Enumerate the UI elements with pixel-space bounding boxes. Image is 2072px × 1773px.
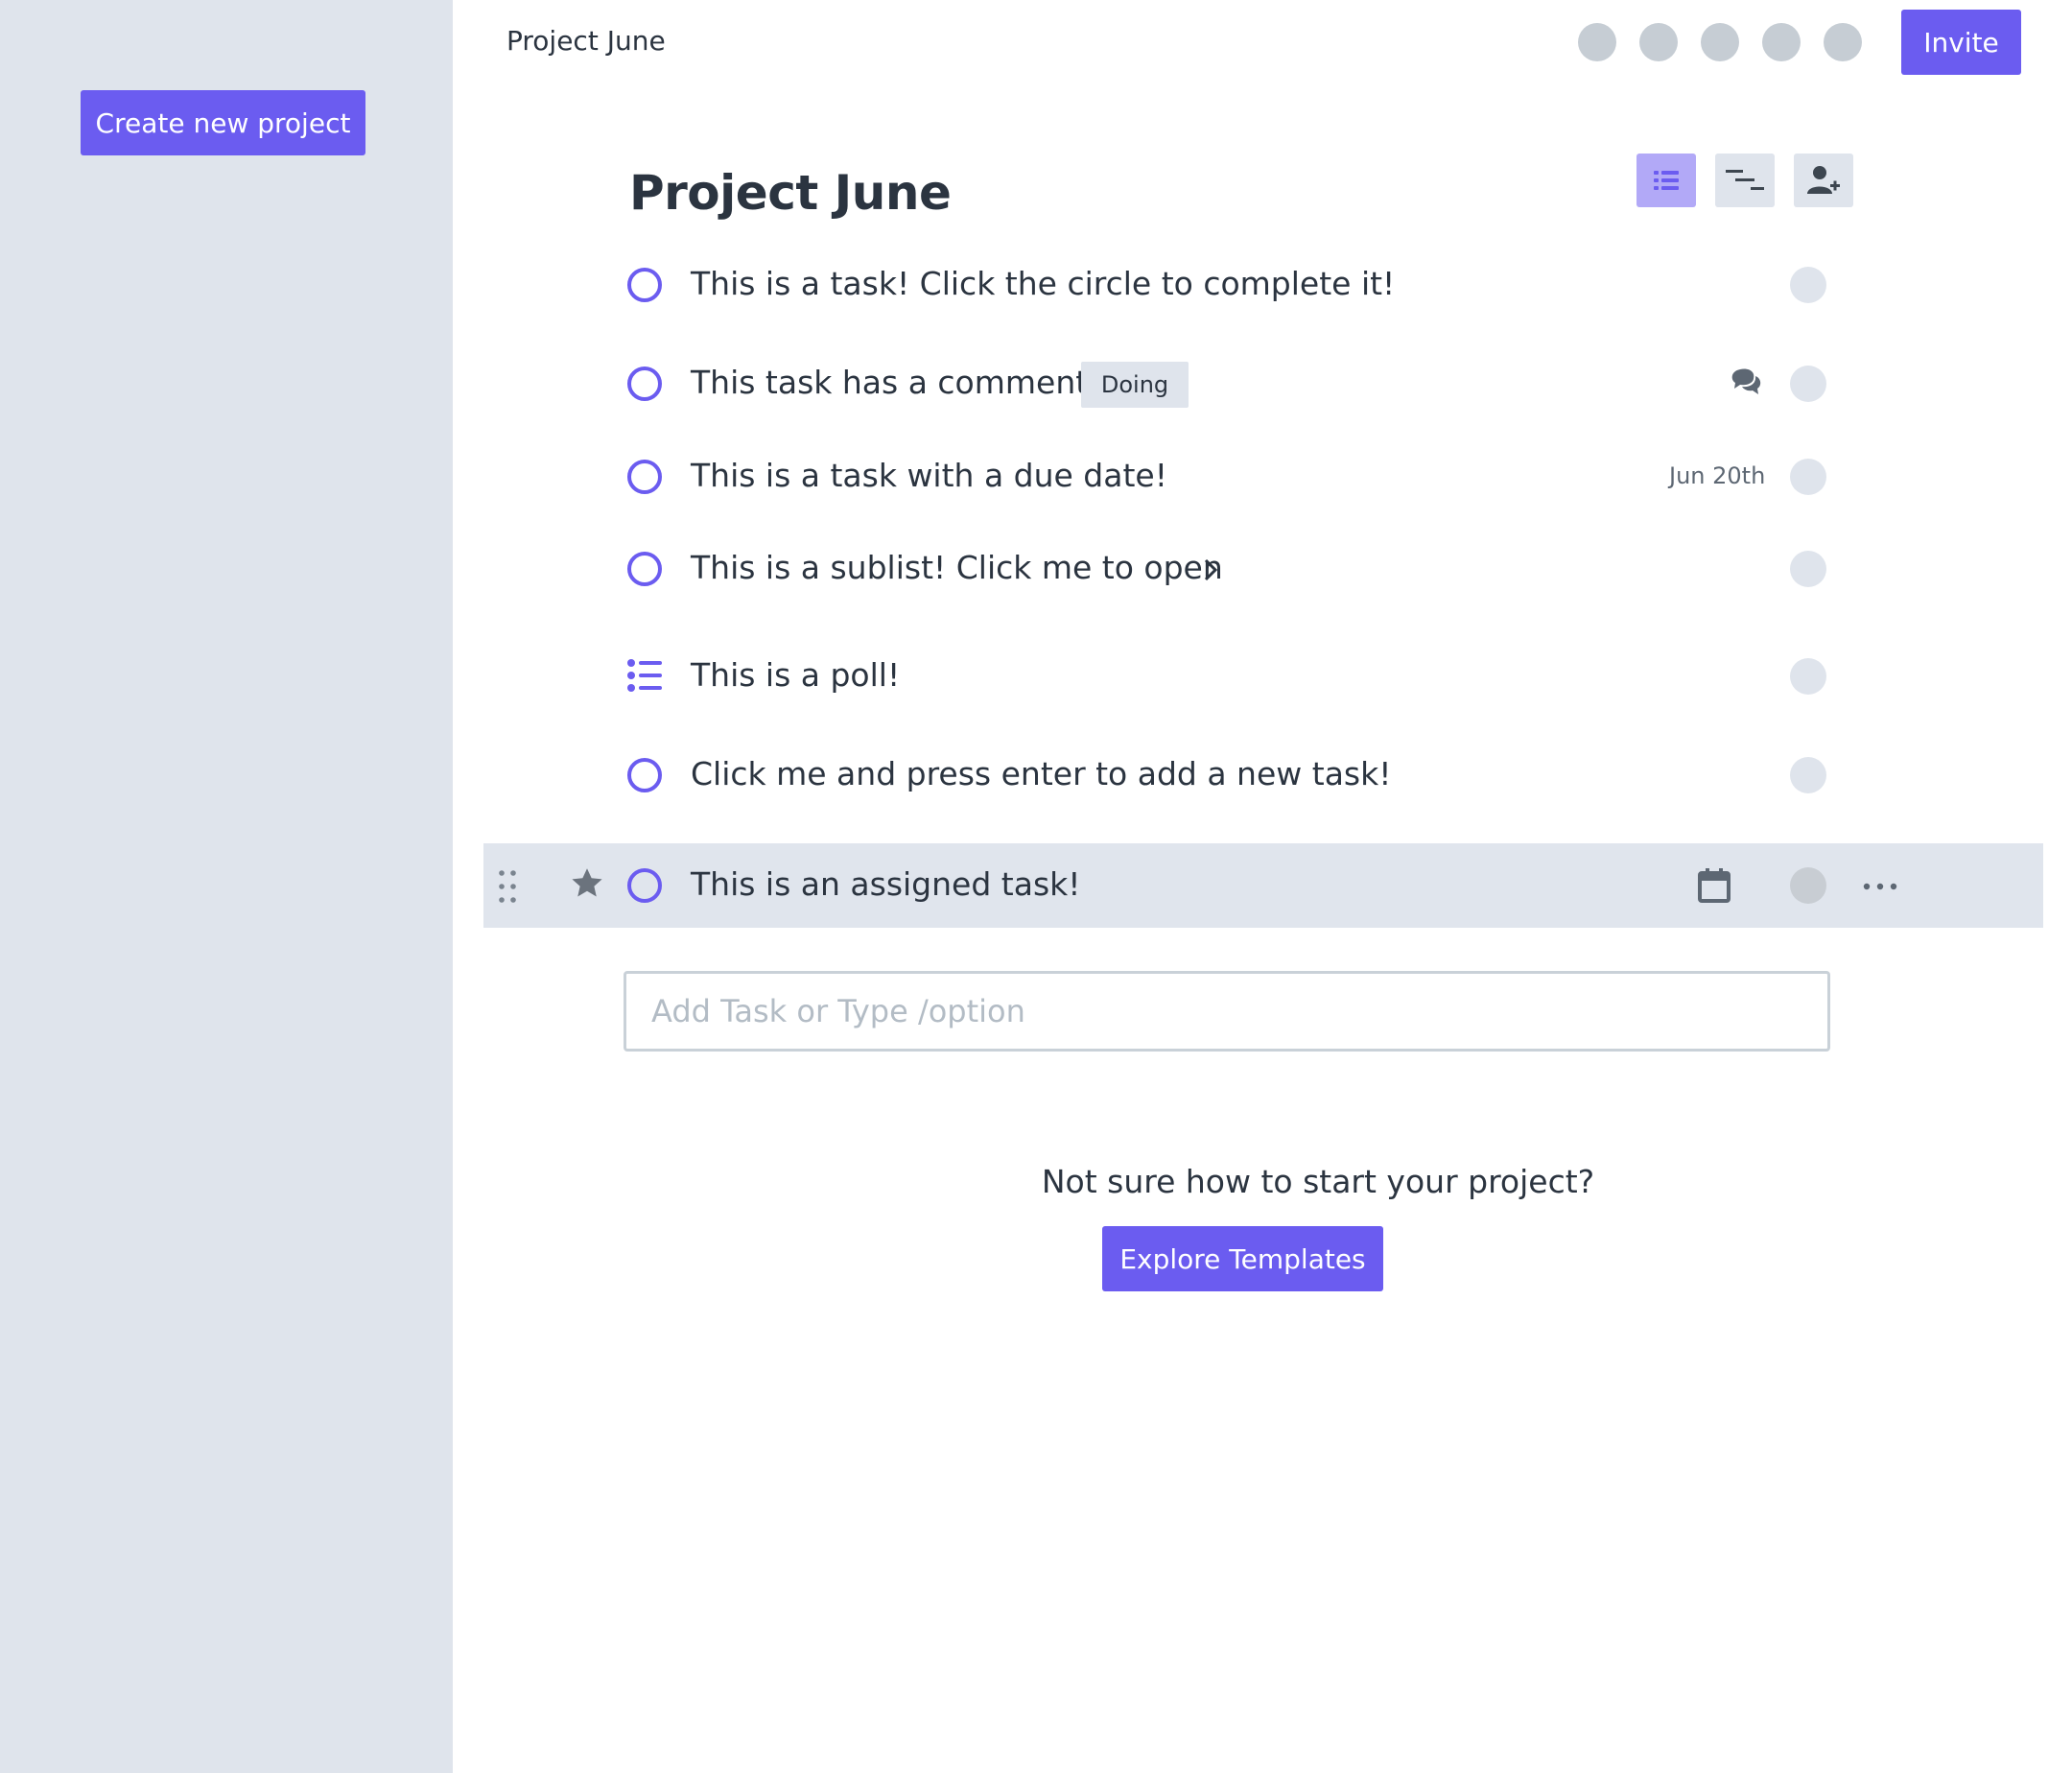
task-label[interactable]: This is a task! Click the circle to comp… <box>691 265 1395 302</box>
add-person-icon <box>1807 166 1840 194</box>
calendar-icon[interactable] <box>1698 868 1731 903</box>
page-title: Project June <box>629 165 952 221</box>
due-date[interactable]: Jun 20th <box>1669 462 1765 489</box>
avatar[interactable] <box>1701 23 1739 61</box>
chevron-right-icon[interactable] <box>1203 558 1218 581</box>
main-panel: Project June Invite Project June This is… <box>453 0 2072 1773</box>
timeline-view-icon <box>1726 170 1764 190</box>
more-options-icon[interactable] <box>1863 883 1897 890</box>
add-member-button[interactable] <box>1794 154 1853 207</box>
assignee-avatar[interactable] <box>1790 459 1826 495</box>
timeline-view-button[interactable] <box>1715 154 1775 207</box>
sidebar: Create new project <box>0 0 453 1773</box>
empty-prompt-text: Not sure how to start your project? <box>1041 1163 1595 1200</box>
avatar[interactable] <box>1762 23 1801 61</box>
member-avatars <box>1578 23 1862 61</box>
assignee-avatar[interactable] <box>1790 757 1826 793</box>
assignee-avatar[interactable] <box>1790 551 1826 587</box>
topbar-title: Project June <box>506 25 666 57</box>
comment-icon[interactable] <box>1729 367 1763 398</box>
task-row[interactable]: This is a sublist! Click me to open <box>453 535 2072 603</box>
list-view-button[interactable] <box>1636 154 1696 207</box>
assignee-avatar[interactable] <box>1790 658 1826 695</box>
task-row[interactable]: This is a poll! <box>453 643 2072 710</box>
task-label[interactable]: This task has a comment <box>691 364 1088 401</box>
task-row[interactable]: This task has a comment Doing <box>453 350 2072 417</box>
task-row[interactable]: This is a task with a due date! Jun 20th <box>453 443 2072 510</box>
invite-button[interactable]: Invite <box>1901 10 2021 75</box>
create-project-button[interactable]: Create new project <box>81 90 365 155</box>
assignee-avatar[interactable] <box>1790 366 1826 402</box>
complete-circle-icon[interactable] <box>627 552 662 586</box>
complete-circle-icon[interactable] <box>627 868 662 903</box>
task-label[interactable]: This is an assigned task! <box>691 865 1080 903</box>
avatar[interactable] <box>1824 23 1862 61</box>
add-task-input[interactable] <box>624 971 1830 1052</box>
avatar[interactable] <box>1578 23 1616 61</box>
status-badge[interactable]: Doing <box>1081 362 1189 408</box>
complete-circle-icon[interactable] <box>627 460 662 494</box>
complete-circle-icon[interactable] <box>627 758 662 792</box>
list-view-icon <box>1654 171 1679 190</box>
task-label[interactable]: This is a sublist! Click me to open <box>691 549 1223 586</box>
task-label[interactable]: This is a task with a due date! <box>691 457 1167 494</box>
poll-icon[interactable] <box>627 659 662 692</box>
complete-circle-icon[interactable] <box>627 366 662 401</box>
task-label[interactable]: This is a poll! <box>691 656 900 694</box>
avatar[interactable] <box>1639 23 1678 61</box>
task-row-selected[interactable]: This is an assigned task! <box>483 843 2043 928</box>
complete-circle-icon[interactable] <box>627 268 662 302</box>
star-icon[interactable] <box>569 866 605 901</box>
task-row[interactable]: Click me and press enter to add a new ta… <box>453 742 2072 809</box>
task-label[interactable]: Click me and press enter to add a new ta… <box>691 755 1391 792</box>
explore-templates-button[interactable]: Explore Templates <box>1102 1226 1383 1291</box>
task-row[interactable]: This is a task! Click the circle to comp… <box>453 251 2072 319</box>
drag-handle-icon[interactable] <box>498 869 517 904</box>
assignee-avatar[interactable] <box>1790 867 1826 904</box>
assignee-avatar[interactable] <box>1790 267 1826 303</box>
